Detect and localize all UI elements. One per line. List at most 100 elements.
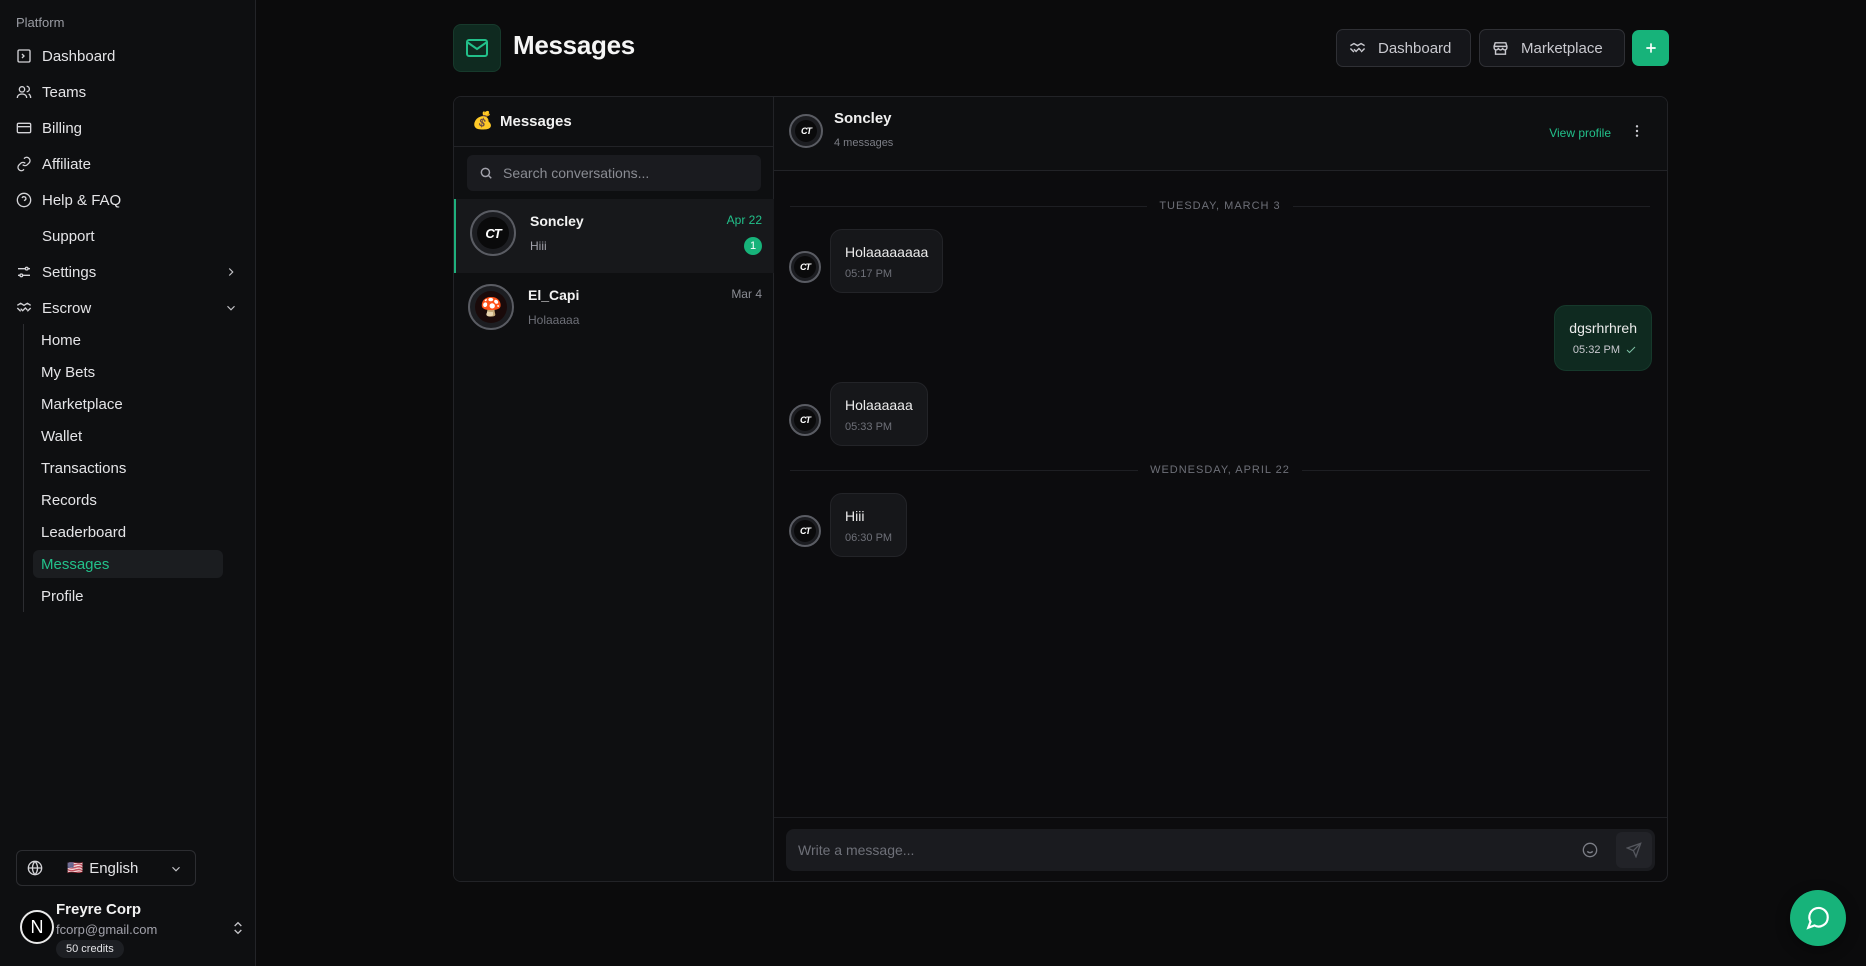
handshake-icon xyxy=(1349,42,1366,53)
escrow-item-transactions[interactable]: Transactions xyxy=(33,454,223,482)
message-text: Holaaaaaaaa xyxy=(845,244,929,260)
message-bubble: Holaaaaaaaa 05:17 PM xyxy=(830,229,944,293)
new-message-button[interactable] xyxy=(1632,30,1669,66)
chat-header: CT Soncley 4 messages View profile xyxy=(774,97,1667,171)
avatar: CT xyxy=(789,404,821,436)
chat-support-button[interactable] xyxy=(1790,890,1846,946)
messages-panel: 💰 Messages CT Soncley Apr 22 Hiii 1 🍄 El… xyxy=(453,96,1668,882)
message-time: 06:30 PM xyxy=(845,532,893,544)
page-icon xyxy=(453,24,501,72)
conversation-name: El_Capi xyxy=(528,287,580,303)
escrow-item-records[interactable]: Records xyxy=(33,486,223,514)
escrow-item-profile[interactable]: Profile xyxy=(33,582,223,610)
sidebar-item-support[interactable]: Support xyxy=(8,221,248,251)
chevron-down-icon xyxy=(172,866,180,872)
mail-icon xyxy=(466,39,488,57)
conversation-item[interactable]: 🍄 El_Capi Mar 4 Holaaaaa xyxy=(454,273,774,347)
unread-badge: 1 xyxy=(744,237,762,255)
avatar: CT xyxy=(470,210,516,256)
users-icon xyxy=(16,85,32,99)
chat-pane: CT Soncley 4 messages View profile TUESD… xyxy=(774,97,1667,881)
chevrons-up-down-icon xyxy=(234,921,242,935)
message-circle-icon xyxy=(1806,906,1829,930)
composer-divider xyxy=(774,817,1667,818)
search-input[interactable] xyxy=(503,165,761,181)
plus-icon xyxy=(1645,43,1656,53)
avatar: N xyxy=(20,910,54,944)
conversation-preview: Holaaaaa xyxy=(528,313,580,327)
language-label: English xyxy=(89,859,139,877)
page-title: Messages xyxy=(513,30,635,60)
more-vertical-icon[interactable] xyxy=(1629,123,1645,139)
user-email: fcorp@gmail.com xyxy=(56,922,158,937)
message-composer xyxy=(786,829,1655,871)
sidebar-item-escrow[interactable]: Escrow xyxy=(8,293,248,323)
dashboard-button[interactable]: Dashboard xyxy=(1336,29,1471,67)
send-icon xyxy=(1626,842,1642,858)
conversation-list-title: Messages xyxy=(500,113,572,130)
conversation-date: Mar 4 xyxy=(731,287,762,301)
user-menu[interactable]: N Freyre Corp fcorp@gmail.com 50 credits xyxy=(16,900,246,960)
message-time: 05:32 PM xyxy=(1572,344,1620,356)
conversation-preview: Hiii xyxy=(530,239,547,253)
link-icon xyxy=(17,156,31,172)
chat-contact-name: Soncley xyxy=(834,110,892,127)
sidebar-item-settings[interactable]: Settings xyxy=(8,257,248,287)
marketplace-button[interactable]: Marketplace xyxy=(1479,29,1625,67)
message-bubble: Holaaaaaa 05:33 PM xyxy=(830,382,928,446)
avatar-logo: 🍄 xyxy=(475,291,507,323)
conversation-name: Soncley xyxy=(530,213,584,229)
sidebar-item-label: Affiliate xyxy=(42,155,91,173)
search-icon xyxy=(480,167,492,179)
message-text: Hiii xyxy=(845,508,865,524)
avatar-logo: CT xyxy=(794,409,816,431)
smile-icon[interactable] xyxy=(1582,842,1598,858)
conversation-item[interactable]: CT Soncley Apr 22 Hiii 1 xyxy=(454,199,774,273)
sidebar-item-label: Dashboard xyxy=(42,47,116,65)
credits-badge: 50 credits xyxy=(56,940,124,958)
money-bag-icon: 💰 xyxy=(472,111,494,130)
avatar: 🍄 xyxy=(468,284,514,330)
message-input[interactable] xyxy=(798,842,1582,858)
escrow-item-home[interactable]: Home xyxy=(33,326,223,354)
sidebar-item-label: Teams xyxy=(42,83,87,101)
globe-icon xyxy=(27,860,43,876)
view-profile-link[interactable]: View profile xyxy=(1549,126,1611,140)
sliders-icon xyxy=(18,266,30,278)
conversation-list: 💰 Messages CT Soncley Apr 22 Hiii 1 🍄 El… xyxy=(454,97,774,881)
flag-icon: 🇺🇸 xyxy=(67,860,84,875)
escrow-item-marketplace[interactable]: Marketplace xyxy=(33,390,223,418)
escrow-item-my-bets[interactable]: My Bets xyxy=(33,358,223,386)
avatar[interactable]: CT xyxy=(789,114,823,148)
day-separator: TUESDAY, MARCH 3 xyxy=(790,199,1650,213)
send-button[interactable] xyxy=(1616,832,1652,868)
sidebar-item-dashboard[interactable]: Dashboard xyxy=(8,41,248,71)
section-label: Platform xyxy=(16,15,65,30)
escrow-item-wallet[interactable]: Wallet xyxy=(33,422,223,450)
message-time: 05:17 PM xyxy=(845,268,893,280)
sidebar-item-affiliate[interactable]: Affiliate xyxy=(8,149,248,179)
sidebar: Platform Dashboard Teams Billing Affilia… xyxy=(0,0,256,966)
day-label: TUESDAY, MARCH 3 xyxy=(1159,200,1281,212)
message-count: 4 messages xyxy=(834,137,894,149)
sidebar-item-teams[interactable]: Teams xyxy=(8,77,248,107)
sidebar-item-label: Settings xyxy=(42,263,97,281)
user-name: Freyre Corp xyxy=(56,901,142,918)
escrow-item-messages[interactable]: Messages xyxy=(33,550,223,578)
help-circle-icon xyxy=(16,192,32,208)
message-text: dgsrhrhreh xyxy=(1569,320,1637,336)
language-select[interactable]: 🇺🇸 English xyxy=(16,850,196,886)
sidebar-item-billing[interactable]: Billing xyxy=(8,113,248,143)
check-icon xyxy=(1626,346,1636,354)
store-icon xyxy=(1493,41,1508,55)
handshake-icon xyxy=(16,302,32,312)
conversation-date: Apr 22 xyxy=(726,213,762,227)
dashboard-button-label: Dashboard xyxy=(1378,39,1452,57)
conversation-list-header: 💰 Messages xyxy=(454,97,774,147)
search-field[interactable] xyxy=(467,155,761,191)
escrow-item-leaderboard[interactable]: Leaderboard xyxy=(33,518,223,546)
credit-card-icon xyxy=(16,122,32,134)
avatar-logo: CT xyxy=(477,217,509,249)
sidebar-item-help[interactable]: Help & FAQ xyxy=(8,185,248,215)
chevron-down-icon xyxy=(227,305,235,311)
